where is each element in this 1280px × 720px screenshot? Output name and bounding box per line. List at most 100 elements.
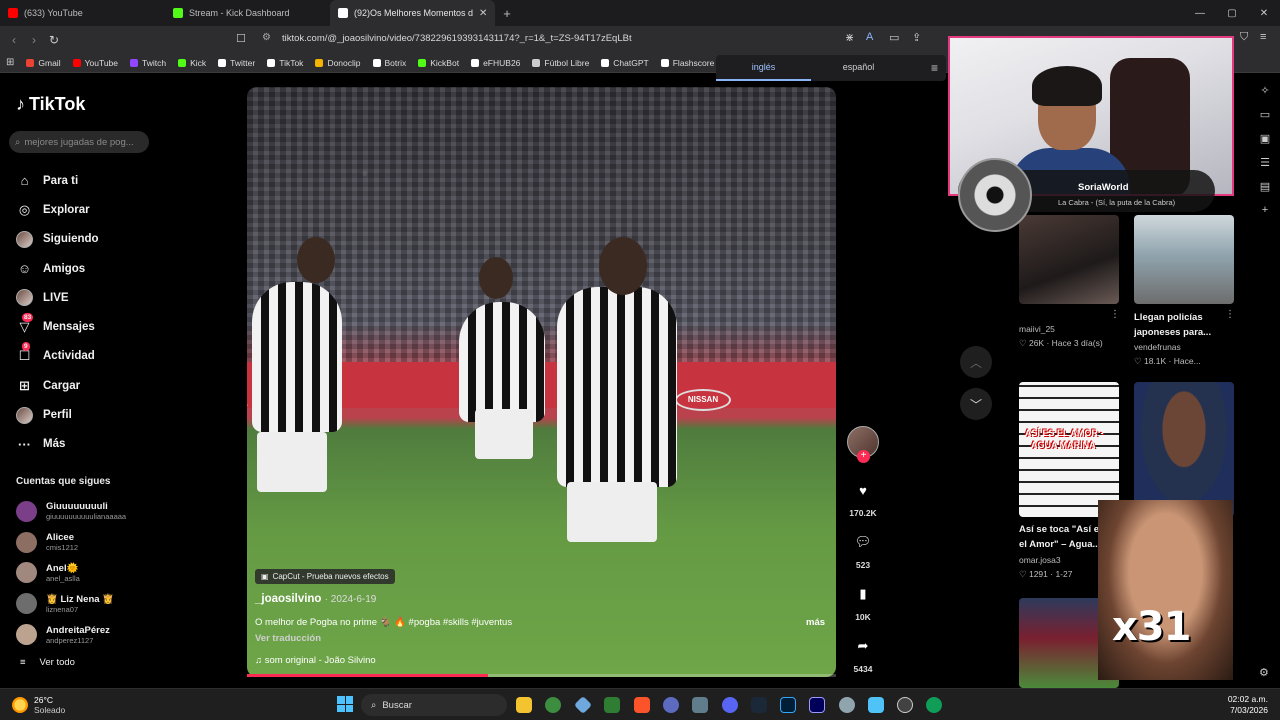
history-icon[interactable]: ☰ [1256, 156, 1274, 180]
file-explorer-icon[interactable] [516, 697, 532, 713]
feed-title[interactable]: japoneses para... [1134, 325, 1211, 340]
bookmark-gmail[interactable]: Gmail [26, 58, 61, 68]
premiere-icon[interactable] [809, 697, 825, 713]
bookmark-twitch[interactable]: Twitch [130, 58, 166, 68]
app-icon[interactable] [573, 695, 593, 715]
following-account[interactable]: 👸 Liz Nena 👸 liznena07 [16, 588, 216, 619]
tab-youtube[interactable]: (633) YouTube [0, 0, 165, 26]
system-clock[interactable]: 02:02 a.m. 7/03/2026 [1228, 694, 1268, 716]
nav-item-mensajes[interactable]: ▽ 83 Mensajes [16, 312, 236, 341]
feed-title[interactable]: Llegan policías [1134, 310, 1203, 325]
nav-item-perfil[interactable]: Perfil [16, 400, 236, 429]
like-button[interactable]: ♥ 170.2K [845, 475, 881, 519]
nav-item-live[interactable]: LIVE [16, 283, 236, 312]
app-icon[interactable] [604, 697, 620, 713]
tiktok-logo[interactable]: ♪ TikTok [16, 94, 85, 115]
feed-author[interactable]: maiivi_25 [1019, 324, 1055, 334]
bookmark-twitter[interactable]: Twitter [218, 58, 255, 68]
translate-off-icon[interactable]: ⋇ [845, 31, 854, 44]
reload-button[interactable]: ↻ [44, 33, 64, 47]
bookmark-tiktok[interactable]: TikTok [267, 58, 303, 68]
save-button[interactable]: ▮ 10K [845, 579, 881, 622]
video-author[interactable]: _joaosilvino · 2024-6-19 [255, 593, 376, 605]
photoshop-icon[interactable] [780, 697, 796, 713]
shield-icon[interactable]: ⛉ [1240, 31, 1248, 44]
translate-menu-icon[interactable]: ≡ [931, 61, 938, 75]
feed-author[interactable]: vendefrunas [1134, 342, 1181, 352]
discord-icon[interactable] [722, 697, 738, 713]
share-icon[interactable]: ⇪ [912, 31, 921, 44]
share-button[interactable]: ➦ 5434 [845, 631, 881, 674]
bookmark-flashscore[interactable]: Flashscore [660, 58, 714, 68]
nav-item-amigos[interactable]: ☺ Amigos [16, 254, 236, 283]
bookmark-donoclip[interactable]: Donoclip [315, 58, 361, 68]
following-account[interactable]: AndreitaPérez andperez1127 [16, 619, 216, 650]
more-button[interactable]: más [806, 617, 825, 628]
see-all-link[interactable]: ≡ Ver todo [20, 657, 75, 668]
translate-icon[interactable]: A [866, 31, 873, 43]
weather-widget[interactable]: 26°C Soleado [12, 695, 65, 715]
comment-button[interactable]: 💬︎ 523 [845, 527, 881, 570]
bookmark-chatgpt[interactable]: ChatGPT [601, 58, 649, 68]
search-input[interactable]: ⌕ mejores jugadas de pog... [9, 131, 149, 153]
nav-item-actividad[interactable]: ☐ 9 Actividad [16, 341, 236, 371]
back-button[interactable]: ‹ [4, 33, 24, 47]
following-account[interactable]: Giuuuuuuuuli giuuuuuuuuuulianaaaaa [16, 496, 216, 527]
chrome-icon[interactable] [545, 697, 561, 713]
settings-icon[interactable] [839, 697, 855, 713]
video-player[interactable]: ISSAN NISSAN [247, 87, 836, 677]
nav-item-cargar[interactable]: ⊞ Cargar [16, 371, 236, 400]
close-window-button[interactable]: ✕ [1248, 0, 1280, 26]
reading-list-icon[interactable]: ▤ [1256, 180, 1274, 204]
feed-more-icon[interactable]: ⋮ [1110, 309, 1120, 320]
cast-icon[interactable]: ▭ [889, 31, 899, 44]
edge-icon[interactable] [926, 697, 942, 713]
bookmark-youtube[interactable]: YouTube [72, 58, 118, 68]
menu-icon[interactable]: ≡ [1260, 31, 1266, 43]
tab-kick[interactable]: Stream - Kick Dashboard [165, 0, 330, 26]
capcut-badge[interactable]: ▣ CapCut - Prueba nuevos efectos [255, 569, 395, 584]
start-button[interactable] [337, 696, 353, 712]
apps-icon[interactable]: ⊞ [6, 57, 14, 68]
feed-title[interactable]: el Amor" – Agua... [1019, 537, 1100, 552]
maximize-button[interactable]: ▢ [1216, 0, 1248, 26]
forward-button[interactable]: › [24, 33, 44, 47]
wallet-icon[interactable]: ▣ [1256, 132, 1274, 156]
assistant-icon[interactable]: ✧ [1256, 84, 1274, 108]
feed-author[interactable]: omar.josa3 [1019, 555, 1061, 565]
close-tab-icon[interactable]: ✕ [479, 8, 487, 19]
site-info-icon[interactable]: ⚙ [262, 32, 271, 43]
app-icon[interactable] [663, 697, 679, 713]
sound-link[interactable]: ♫ som original - João Silvino [255, 655, 376, 666]
feed-more-icon[interactable]: ⋮ [1225, 309, 1235, 320]
translate-option-english[interactable]: inglés [716, 55, 811, 81]
bookmark-f-tbol-libre[interactable]: Fútbol Libre [532, 58, 589, 68]
bookmark-efhub26[interactable]: eFHUB26 [471, 58, 520, 68]
minimize-button[interactable]: — [1184, 0, 1216, 26]
bookmark-botrix[interactable]: Botrix [372, 58, 406, 68]
translate-option-spanish[interactable]: español [811, 55, 906, 81]
previous-video-button[interactable]: ︿ [960, 346, 992, 378]
settings-gear-icon[interactable]: ⚙ [1259, 666, 1269, 679]
bookmark-kickbot[interactable]: KickBot [418, 58, 459, 68]
feed-title[interactable]: Así se toca "Así e [1019, 522, 1099, 537]
feed-thumbnail[interactable] [1134, 382, 1234, 517]
add-panel-icon[interactable]: + [1256, 204, 1274, 228]
following-account[interactable]: Anel🌞 anel_aslla [16, 558, 216, 589]
feed-thumbnail[interactable] [1134, 215, 1234, 304]
video-progress-bar[interactable] [247, 674, 836, 677]
notepad-icon[interactable] [868, 697, 884, 713]
nav-item-para-ti[interactable]: ⌂ Para ti [16, 166, 236, 195]
bookmark-icon[interactable]: ☐ [236, 32, 246, 45]
following-account[interactable]: Alicee cmis1212 [16, 527, 216, 558]
nav-item-m-s[interactable]: ··· Más [16, 430, 236, 459]
see-translation-link[interactable]: Ver traducción [255, 633, 321, 644]
nav-item-explorar[interactable]: ◎ Explorar [16, 195, 236, 224]
steam-icon[interactable] [751, 697, 767, 713]
taskbar-search[interactable]: ⌕ Buscar [361, 694, 507, 716]
wallet-icon[interactable]: ▭ [1256, 108, 1274, 132]
media-player-icon[interactable] [897, 697, 913, 713]
next-video-button[interactable]: ﹀ [960, 388, 992, 420]
feed-thumbnail[interactable] [1019, 215, 1119, 304]
calculator-icon[interactable] [692, 697, 708, 713]
